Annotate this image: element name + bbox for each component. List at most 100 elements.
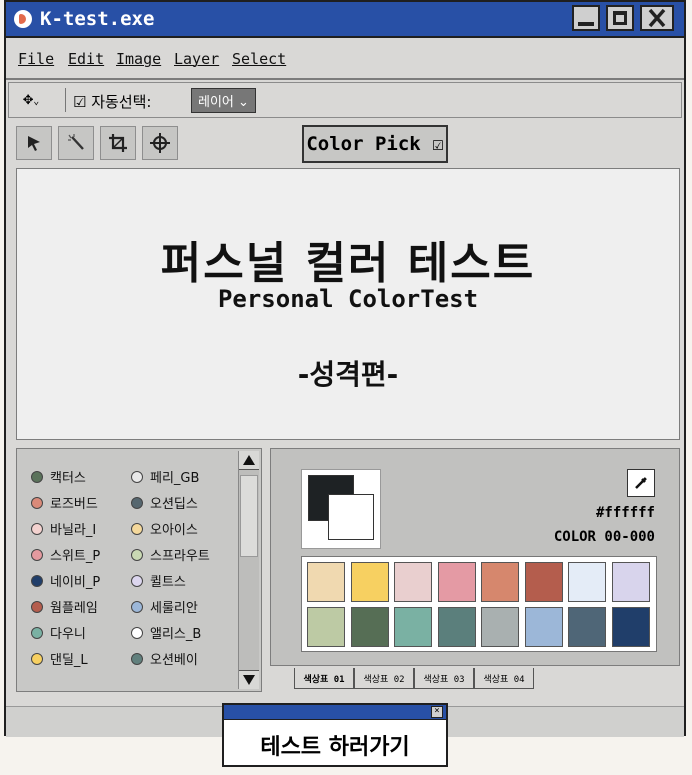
close-icon [648,8,666,28]
palette-label: 다우니 [50,627,86,642]
page-edition-label: -성격편- [297,358,399,391]
menu-edit[interactable]: Edit [68,50,104,68]
color-swatch[interactable] [524,562,563,602]
window-title: K-test.exe [40,8,155,30]
palette-list-item[interactable]: 오션딥스 [131,493,198,512]
palette-list-item[interactable]: 퀼트스 [131,571,186,590]
color-dot-icon [31,522,43,535]
palette-list-item[interactable]: 다우니 [31,623,86,642]
app-logo-icon [14,10,32,28]
palette-label: 페리_GB [150,471,200,486]
color-swatch[interactable] [394,607,432,647]
minimize-button[interactable] [572,5,600,31]
color-swatch[interactable] [568,607,606,647]
eyedropper-icon [635,477,647,489]
move-tool-icon[interactable]: ✥⌄ [23,89,39,109]
palette-scrollbar[interactable] [238,451,259,689]
palette-tab[interactable]: 색상표 04 [474,668,534,689]
color-pick-toggle[interactable]: Color Pick ☑ [302,125,448,163]
palette-label: 웜플레임 [50,601,98,616]
palette-label: 퀼트스 [150,575,186,590]
layer-select[interactable]: 레이어 ⌄ [191,88,256,113]
dialog-close-icon[interactable]: × [431,706,443,718]
color-dot-icon [131,652,143,665]
scroll-thumb[interactable] [240,475,258,557]
palette-tab[interactable]: 색상표 01 [294,668,354,689]
palette-list-item[interactable]: 스프라우트 [131,545,210,564]
triangle-up-icon [243,455,255,465]
background-color-swatch[interactable] [328,494,374,540]
palette-list-item[interactable]: 댄딜_L [31,649,88,668]
color-swatch[interactable] [481,607,519,647]
palette-label: 로즈버드 [50,497,98,512]
magic-wand-tool-button[interactable] [58,126,94,160]
palette-label: 오션딥스 [150,497,198,512]
palette-list-item[interactable]: 페리_GB [131,467,199,486]
palette-list-item[interactable]: 오션베이 [131,649,198,668]
arrow-tool-button[interactable] [16,126,52,160]
color-dot-icon [31,470,43,483]
color-swatch[interactable] [307,562,345,602]
palette-label: 네이비_P [50,575,101,590]
menu-file[interactable]: File [18,50,54,68]
canvas-area: 퍼스널 컬러 테스트 Personal ColorTest -성격편- [16,168,680,440]
color-dot-icon [31,652,43,665]
palette-tab[interactable]: 색상표 03 [414,668,474,689]
palette-list-item[interactable]: 세룰리안 [131,597,198,616]
eyedropper-button[interactable] [627,469,655,497]
color-swatch[interactable] [350,562,389,602]
color-swatch[interactable] [611,607,650,647]
start-test-button[interactable]: 테스트 하러가기 [224,729,446,761]
palette-list-item[interactable]: 웜플레임 [31,597,98,616]
color-swatch[interactable] [568,562,606,602]
palette-label: 스위트_P [50,549,101,564]
color-dot-icon [131,626,143,639]
palette-list-item[interactable]: 스위트_P [31,545,100,564]
menu-layer[interactable]: Layer [174,50,219,68]
auto-select-checkbox[interactable]: ☑ 자동선택: [73,91,151,112]
scroll-down-button[interactable] [239,670,259,689]
dialog-title-bar: × [224,705,446,720]
color-dot-icon [31,626,43,639]
palette-list-item[interactable]: 캑터스 [31,467,86,486]
palette-list-item[interactable]: 오아이스 [131,519,198,538]
color-code: COLOR 00-000 [553,529,655,545]
magic-wand-icon [68,134,84,150]
color-swatch[interactable] [394,562,432,602]
hex-value: #ffffff [595,505,655,521]
color-swatch[interactable] [437,607,476,647]
page-title: 퍼스널 컬러 테스트 [160,238,536,289]
crop-tool-button[interactable] [100,126,136,160]
color-swatch[interactable] [307,607,345,647]
color-dot-icon [31,600,43,613]
color-dot-icon [131,600,143,613]
start-test-dialog[interactable]: × 테스트 하러가기 [222,703,448,767]
palette-list-item[interactable]: 앨리스_B [131,623,201,642]
layer-select-value: 레이어 [198,95,234,110]
palette-label: 앨리스_B [150,627,202,642]
palette-tab[interactable]: 색상표 02 [354,668,414,689]
menu-select[interactable]: Select [232,50,286,68]
color-dot-icon [131,522,143,535]
app-window: K-test.exe File Edit Image Layer Select … [4,0,686,737]
maximize-button[interactable] [606,5,634,31]
color-swatch[interactable] [611,562,650,602]
crosshair-icon [150,133,170,153]
color-dot-icon [131,470,143,483]
palette-list-item[interactable]: 네이비_P [31,571,100,590]
menu-image[interactable]: Image [116,50,161,68]
menu-bar: File Edit Image Layer Select [6,38,684,80]
scroll-up-button[interactable] [239,451,259,470]
crosshair-tool-button[interactable] [142,126,178,160]
close-button[interactable] [640,5,674,31]
chevron-down-icon: ⌄ [238,95,249,110]
color-dot-icon [31,496,43,509]
color-swatch[interactable] [481,562,519,602]
color-dot-icon [131,548,143,561]
color-swatch[interactable] [524,607,563,647]
color-swatch[interactable] [437,562,476,602]
palette-list-item[interactable]: 로즈버드 [31,493,98,512]
color-preview [301,469,381,549]
palette-list-item[interactable]: 바닐라_I [31,519,96,538]
color-swatch[interactable] [350,607,389,647]
